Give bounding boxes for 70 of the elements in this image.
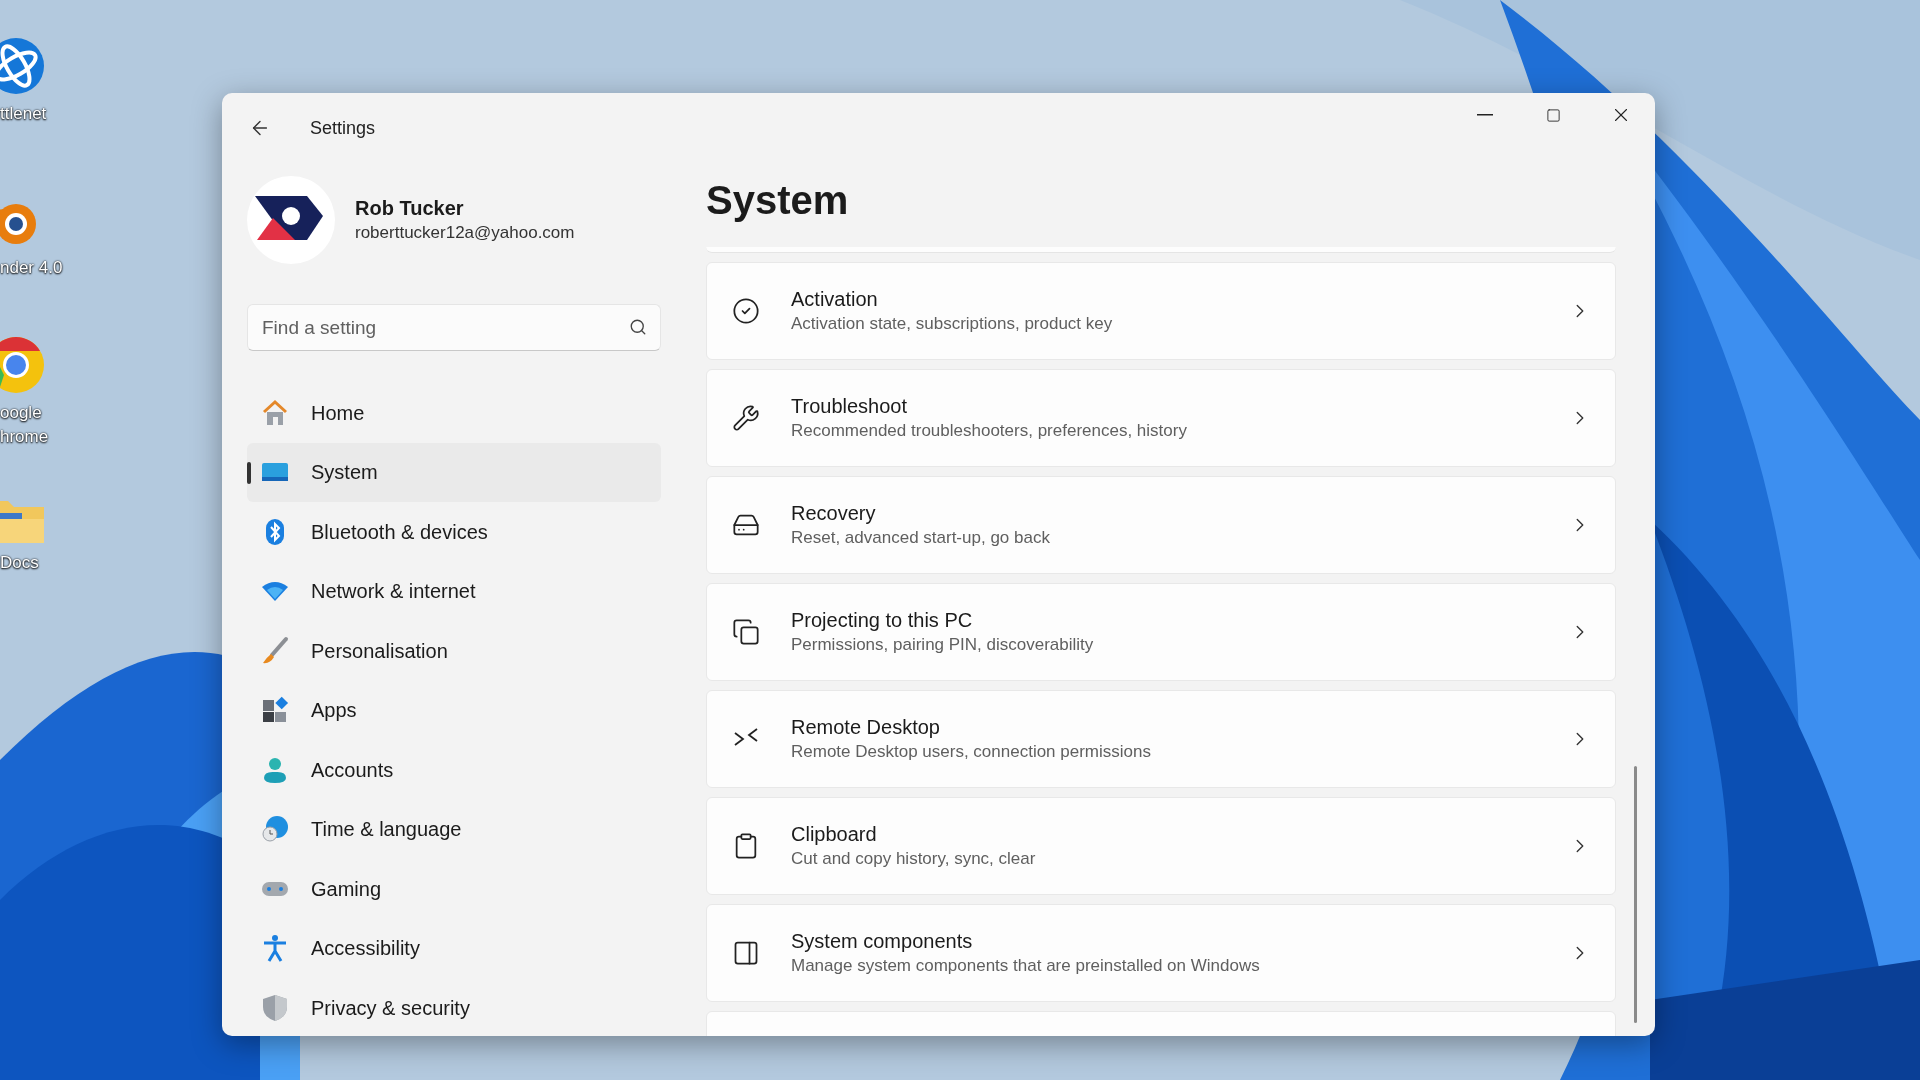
search-field[interactable]: Find a setting bbox=[247, 304, 661, 351]
window-title: Settings bbox=[310, 116, 376, 140]
sidebar-item-label: Apps bbox=[311, 698, 357, 724]
desktop-icon-label: oogle bbox=[0, 402, 43, 424]
sidebar-item-label: System bbox=[311, 460, 378, 486]
desktop-icon-label: Docs bbox=[0, 552, 39, 574]
page-title: System bbox=[706, 177, 850, 224]
settings-card[interactable]: System components Manage system components that are preinstalled on Windows bbox=[706, 904, 1616, 1002]
card-title: Activation bbox=[791, 287, 879, 312]
desktop-app-icon[interactable] bbox=[0, 36, 46, 96]
card-description: Cut and copy history, sync, clear bbox=[791, 848, 1036, 870]
sidebar-item-label: Home bbox=[311, 400, 365, 426]
sidebar-item-label: Personalisation bbox=[311, 638, 448, 664]
card-description: Permissions, pairing PIN, discoverability bbox=[791, 634, 1094, 656]
sidebar-item-label: Bluetooth & devices bbox=[311, 519, 488, 545]
card-title: System components bbox=[791, 929, 974, 954]
sidebar-item-label: Time & language bbox=[311, 817, 462, 843]
settings-card[interactable]: Clipboard Cut and copy history, sync, clear bbox=[706, 797, 1616, 895]
settings-card[interactable]: Remote Desktop Remote Desktop users, connection permissions bbox=[706, 690, 1616, 788]
settings-card[interactable]: Projecting to this PC Permissions, pairing PIN, discoverability bbox=[706, 583, 1616, 681]
sidebar-item[interactable]: Privacy & security bbox=[247, 978, 661, 1036]
profile-name: Rob Tucker bbox=[355, 196, 465, 221]
scrollbar[interactable] bbox=[1634, 766, 1637, 1023]
settings-card[interactable] bbox=[706, 247, 1616, 253]
check-circle-icon bbox=[732, 297, 760, 325]
settings-card[interactable]: Recovery Reset, advanced start-up, go back bbox=[706, 476, 1616, 574]
house-icon bbox=[260, 397, 290, 428]
sidebar-item-label: Gaming bbox=[311, 876, 382, 902]
sidebar-item-label: Network & internet bbox=[311, 579, 476, 605]
sidebar-item[interactable]: Accessibility bbox=[247, 918, 661, 978]
settings-card[interactable]: Troubleshoot Recommended troubleshooters, preferences, history bbox=[706, 369, 1616, 467]
desktop-icon-label: hrome bbox=[0, 426, 49, 448]
sidebar-item[interactable]: Personalisation bbox=[247, 621, 661, 681]
maximize-icon bbox=[1545, 107, 1561, 123]
sidebar-item[interactable]: System bbox=[247, 442, 661, 502]
sidebar-item[interactable]: Gaming bbox=[247, 859, 661, 919]
minimize-icon bbox=[1477, 114, 1493, 116]
card-title: Recovery bbox=[791, 501, 877, 526]
card-description: Activation state, subscriptions, product key bbox=[791, 313, 1113, 335]
panel-icon bbox=[732, 939, 760, 967]
card-title: Remote Desktop bbox=[791, 715, 941, 740]
sidebar-item-label: Privacy & security bbox=[311, 995, 470, 1021]
sidebar-item[interactable]: Home bbox=[247, 383, 661, 443]
avatar-icon bbox=[247, 176, 335, 264]
sidebar-item-label: Accessibility bbox=[311, 936, 420, 962]
sidebar-item-label: Accounts bbox=[311, 757, 394, 783]
wrench-icon bbox=[732, 404, 760, 432]
card-title: Projecting to this PC bbox=[791, 608, 974, 633]
desktop-app-icon[interactable] bbox=[0, 335, 46, 395]
settings-card[interactable] bbox=[706, 1011, 1616, 1036]
desktop-icon-label: nder 4.0 bbox=[0, 257, 63, 279]
sidebar-item[interactable]: Time & language bbox=[247, 799, 661, 859]
globe-clock-icon bbox=[260, 814, 290, 845]
card-title: Troubleshoot bbox=[791, 394, 908, 419]
profile-email: roberttucker12a@yahoo.com bbox=[355, 222, 575, 244]
card-description: Recommended troubleshooters, preferences, history bbox=[791, 420, 1187, 442]
sidebar-item[interactable]: Bluetooth & devices bbox=[247, 502, 661, 562]
search-icon bbox=[629, 318, 647, 336]
sidebar-item[interactable]: Accounts bbox=[247, 740, 661, 800]
screens-icon bbox=[732, 618, 760, 646]
desktop-icon-label: ttlenet bbox=[0, 103, 47, 125]
shield-icon bbox=[260, 992, 290, 1023]
brush-icon bbox=[260, 635, 290, 666]
sidebar-item[interactable]: Network & internet bbox=[247, 561, 661, 621]
card-title: Clipboard bbox=[791, 822, 878, 847]
settings-card[interactable]: Activation Activation state, subscriptions, product key bbox=[706, 262, 1616, 360]
sidebar-item[interactable]: Apps bbox=[247, 680, 661, 740]
card-description: Manage system components that are preinstalled on Windows bbox=[791, 955, 1260, 977]
card-description: Reset, advanced start-up, go back bbox=[791, 527, 1050, 549]
card-description: Remote Desktop users, connection permissions bbox=[791, 741, 1151, 763]
